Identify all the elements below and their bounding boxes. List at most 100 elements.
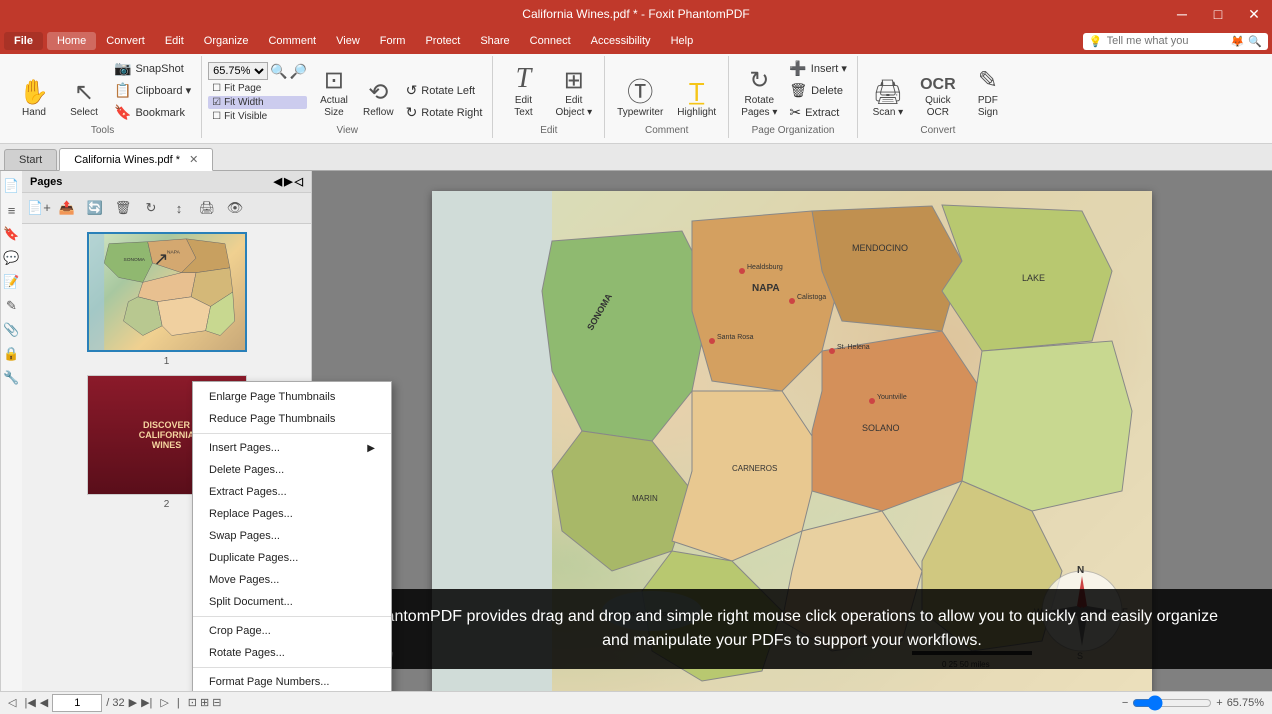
sidebar-prev-icon[interactable]: ◀ [274,175,282,188]
svg-text:St. Helena: St. Helena [837,344,870,351]
zoom-slider[interactable] [1132,695,1212,711]
zoom-select[interactable]: 65.75% 50% 75% 100% [208,62,268,80]
bookmark-button[interactable]: 🔖 Bookmark [110,102,195,123]
menu-item-organize[interactable]: Organize [194,32,259,50]
thumb-move-icon[interactable]: ↕ [166,197,192,219]
ribbon: ✋ Hand ↖ Select 📷 SnapShot 📋 Clipboard ▾… [0,54,1272,144]
highlight-button[interactable]: T̲ Highlight [671,75,722,123]
menu-item-convert[interactable]: Convert [96,32,155,50]
sidebar-collapse-icon[interactable]: ◁ [295,175,303,188]
close-button[interactable]: ✕ [1236,0,1272,28]
thumb-insert-icon[interactable]: 📄+ [26,197,52,219]
rotate-right-button[interactable]: ↻ Rotate Right [402,102,487,123]
pdf-sign-button[interactable]: ✎ PDFSign [964,65,1012,123]
sidebar-next-icon[interactable]: ▶ [284,175,292,188]
search-icon[interactable]: 🔍 [1248,35,1262,48]
ctx-split-document[interactable]: Split Document... [193,591,391,613]
nav-next-icon[interactable]: ▶ [129,696,137,709]
hand-tool-button[interactable]: ✋ Hand [10,77,58,123]
page-number-input[interactable] [52,694,102,712]
sidebar-tools2-icon[interactable]: 🔧 [1,367,23,389]
extract-label: Extract [805,107,839,119]
extract-button[interactable]: ✂ Extract [785,102,851,123]
ctx-duplicate-pages[interactable]: Duplicate Pages... [193,547,391,569]
pdf-viewer[interactable]: SONOMA NAPA MENDOCINO LAKE MARIN CARNERO… [312,171,1272,691]
nav-first-icon[interactable]: |◀ [24,696,35,709]
rotate-pages-button[interactable]: ↻ RotatePages ▾ [735,65,783,123]
clipboard-button[interactable]: 📋 Clipboard ▾ [110,80,195,101]
menu-item-file[interactable]: File [4,32,43,50]
fit-visible-checkbox: ☐ [212,111,221,122]
menu-item-share[interactable]: Share [470,32,519,50]
tools-small-group: 📷 SnapShot 📋 Clipboard ▾ 🔖 Bookmark [110,58,195,123]
sidebar-bookmark-icon[interactable]: 🔖 [1,223,23,245]
sidebar-page-icon[interactable]: 📄 [1,175,23,197]
reflow-button[interactable]: ⟲ Reflow [357,77,400,123]
tab-close-button[interactable]: ✕ [189,154,198,166]
search-input[interactable] [1107,35,1227,47]
snapshot-button[interactable]: 📷 SnapShot [110,58,195,79]
tab-california-wines[interactable]: California Wines.pdf * ✕ [59,148,213,171]
menu-item-view[interactable]: View [326,32,370,50]
sidebar-comment-icon[interactable]: 💬 [1,247,23,269]
menu-item-comment[interactable]: Comment [258,32,326,50]
typewriter-label: Typewriter [617,107,663,119]
rotate-left-button[interactable]: ↺ Rotate Left [402,80,487,101]
ctx-swap-pages[interactable]: Swap Pages... [193,525,391,547]
menu-item-help[interactable]: Help [661,32,704,50]
thumb-view-icon[interactable]: 👁 [222,197,248,219]
thumb-print-icon[interactable]: 🖨 [194,197,220,219]
sidebar-attach-icon[interactable]: 📎 [1,319,23,341]
menu-item-connect[interactable]: Connect [520,32,581,50]
zoom-magnifier-icon[interactable]: 🔍 [270,63,287,80]
ctx-crop-page[interactable]: Crop Page... [193,620,391,642]
ctx-reduce-thumbs[interactable]: Reduce Page Thumbnails [193,408,391,430]
thumb-rotate-icon[interactable]: ↻ [138,197,164,219]
edit-text-button[interactable]: T EditText [499,61,547,123]
ctx-insert-pages[interactable]: Insert Pages... ▶ [193,437,391,459]
minimize-button[interactable]: ─ [1164,0,1200,28]
quick-ocr-button[interactable]: OCR QuickOCR [914,73,962,123]
page-1-thumbnail[interactable]: ↗ [87,232,247,352]
sidebar-sign-icon[interactable]: ✎ [1,295,23,317]
zoom-in-status-icon[interactable]: + [1216,697,1222,709]
select-tool-button[interactable]: ↖ Select [60,77,108,123]
zoom-out-status-icon[interactable]: − [1122,697,1128,709]
nav-prev-icon[interactable]: ◀ [40,696,48,709]
svg-text:Yountville: Yountville [877,394,907,401]
ctx-rotate-pages[interactable]: Rotate Pages... [193,642,391,664]
ctx-replace-pages[interactable]: Replace Pages... [193,503,391,525]
ctx-extract-pages[interactable]: Extract Pages... [193,481,391,503]
search-bar[interactable]: 💡 🦊 🔍 [1083,33,1268,50]
fit-width-button[interactable]: ☑ Fit Width [208,96,307,109]
actual-size-button[interactable]: ⊡ ActualSize [313,65,355,123]
tab-start[interactable]: Start [4,149,57,170]
typewriter-button[interactable]: Ⓣ Typewriter [611,75,669,123]
sidebar-layers-icon[interactable]: ≡ [1,199,23,221]
sidebar-form-icon[interactable]: 📝 [1,271,23,293]
thumb-extract-icon[interactable]: 📤 [54,197,80,219]
sidebar-lock-icon[interactable]: 🔒 [1,343,23,365]
thumb-delete-icon[interactable]: 🗑 [110,197,136,219]
edit-object-button[interactable]: ⊞ EditObject ▾ [549,65,598,123]
ctx-delete-pages[interactable]: Delete Pages... [193,459,391,481]
maximize-button[interactable]: □ [1200,0,1236,28]
menu-item-home[interactable]: Home [47,32,96,50]
fit-visible-button[interactable]: ☐ Fit Visible [208,110,307,123]
menu-item-form[interactable]: Form [370,32,416,50]
nav-last-icon[interactable]: ▶| [141,696,152,709]
ctx-move-pages[interactable]: Move Pages... [193,569,391,591]
zoom-out-icon[interactable]: 🔎 [290,63,307,80]
scan-button[interactable]: 🖨 Scan ▾ [864,77,912,123]
insert-button[interactable]: ➕ Insert ▾ [785,58,851,79]
menu-item-protect[interactable]: Protect [415,32,470,50]
comment-group-label: Comment [645,123,688,138]
fit-page-button[interactable]: ☐ Fit Page [208,82,307,95]
ctx-enlarge-thumbs[interactable]: Enlarge Page Thumbnails [193,386,391,408]
delete-button[interactable]: 🗑 Delete [785,80,851,101]
ribbon-group-tools: ✋ Hand ↖ Select 📷 SnapShot 📋 Clipboard ▾… [4,56,202,138]
thumb-replace-icon[interactable]: 🔄 [82,197,108,219]
menu-item-accessibility[interactable]: Accessibility [581,32,661,50]
ctx-format-page-numbers[interactable]: Format Page Numbers... [193,671,391,691]
menu-item-edit[interactable]: Edit [155,32,194,50]
